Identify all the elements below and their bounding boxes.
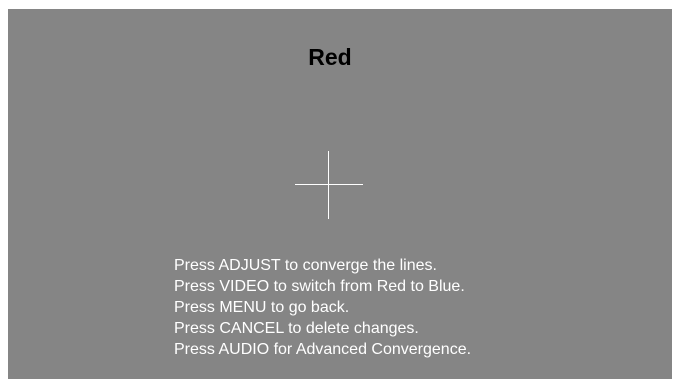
color-title: Red — [308, 44, 352, 70]
instruction-video: Press VIDEO to switch from Red to Blue. — [174, 278, 465, 295]
crosshair-vertical-line — [328, 151, 329, 219]
instruction-audio: Press AUDIO for Advanced Convergence. — [174, 341, 472, 358]
crosshair-horizontal-line — [295, 184, 363, 185]
convergence-screen: Red Press ADJUST to converge the lines. … — [8, 9, 672, 379]
instruction-adjust: Press ADJUST to converge the lines. — [174, 257, 437, 274]
instruction-list: Press ADJUST to converge the lines. Pres… — [174, 255, 471, 360]
instruction-menu: Press MENU to go back. — [174, 299, 350, 316]
instruction-cancel: Press CANCEL to delete changes. — [174, 320, 419, 337]
crosshair-icon — [295, 151, 363, 219]
